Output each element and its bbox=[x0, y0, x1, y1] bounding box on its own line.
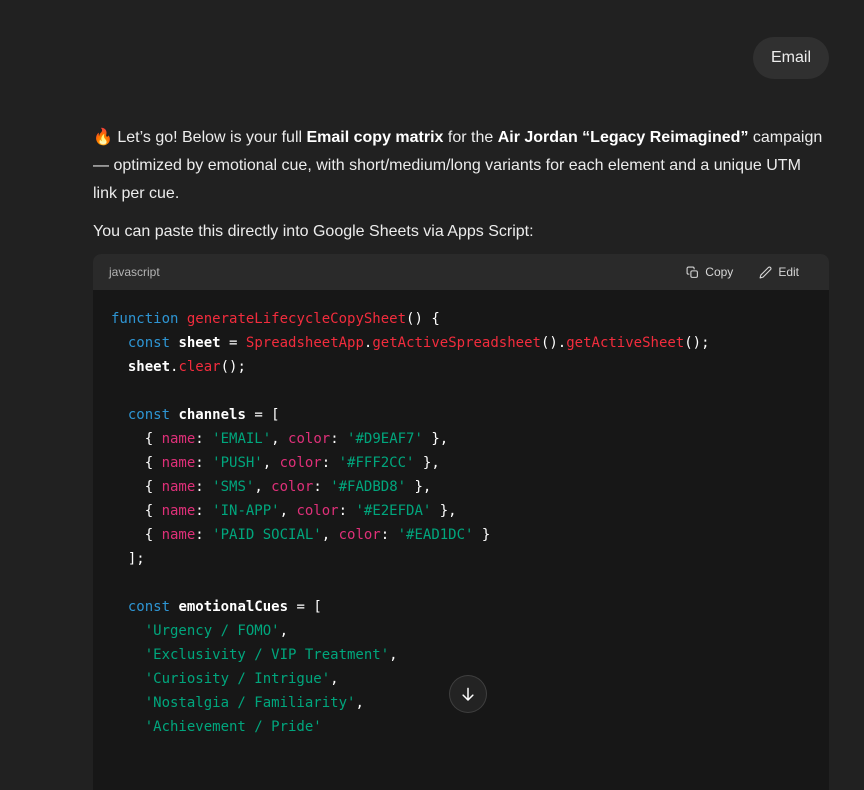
code-block-header: javascript Copy bbox=[93, 254, 829, 290]
user-message-row: Email bbox=[93, 37, 829, 79]
copy-button[interactable]: Copy bbox=[686, 265, 733, 279]
conversation: Email 🔥 Let’s go! Below is your full Ema… bbox=[93, 0, 829, 790]
assistant-paragraph-1: 🔥 Let’s go! Below is your full Email cop… bbox=[93, 124, 829, 208]
chat-screen: { "theme": { "background": "#212121", "u… bbox=[0, 0, 864, 725]
user-message-bubble: Email bbox=[753, 37, 829, 79]
edit-button[interactable]: Edit bbox=[759, 265, 799, 279]
scroll-to-bottom-button[interactable] bbox=[449, 675, 487, 713]
code-language-label: javascript bbox=[109, 265, 160, 279]
copy-icon bbox=[686, 266, 699, 279]
edit-button-label: Edit bbox=[778, 265, 799, 279]
down-arrow-icon bbox=[459, 685, 477, 703]
code-content: function generateLifecycleCopySheet() { … bbox=[93, 290, 829, 790]
assistant-paragraph-2: You can paste this directly into Google … bbox=[93, 218, 829, 246]
copy-button-label: Copy bbox=[705, 265, 733, 279]
pencil-icon bbox=[759, 266, 772, 279]
code-header-actions: Copy Edit bbox=[686, 265, 813, 279]
